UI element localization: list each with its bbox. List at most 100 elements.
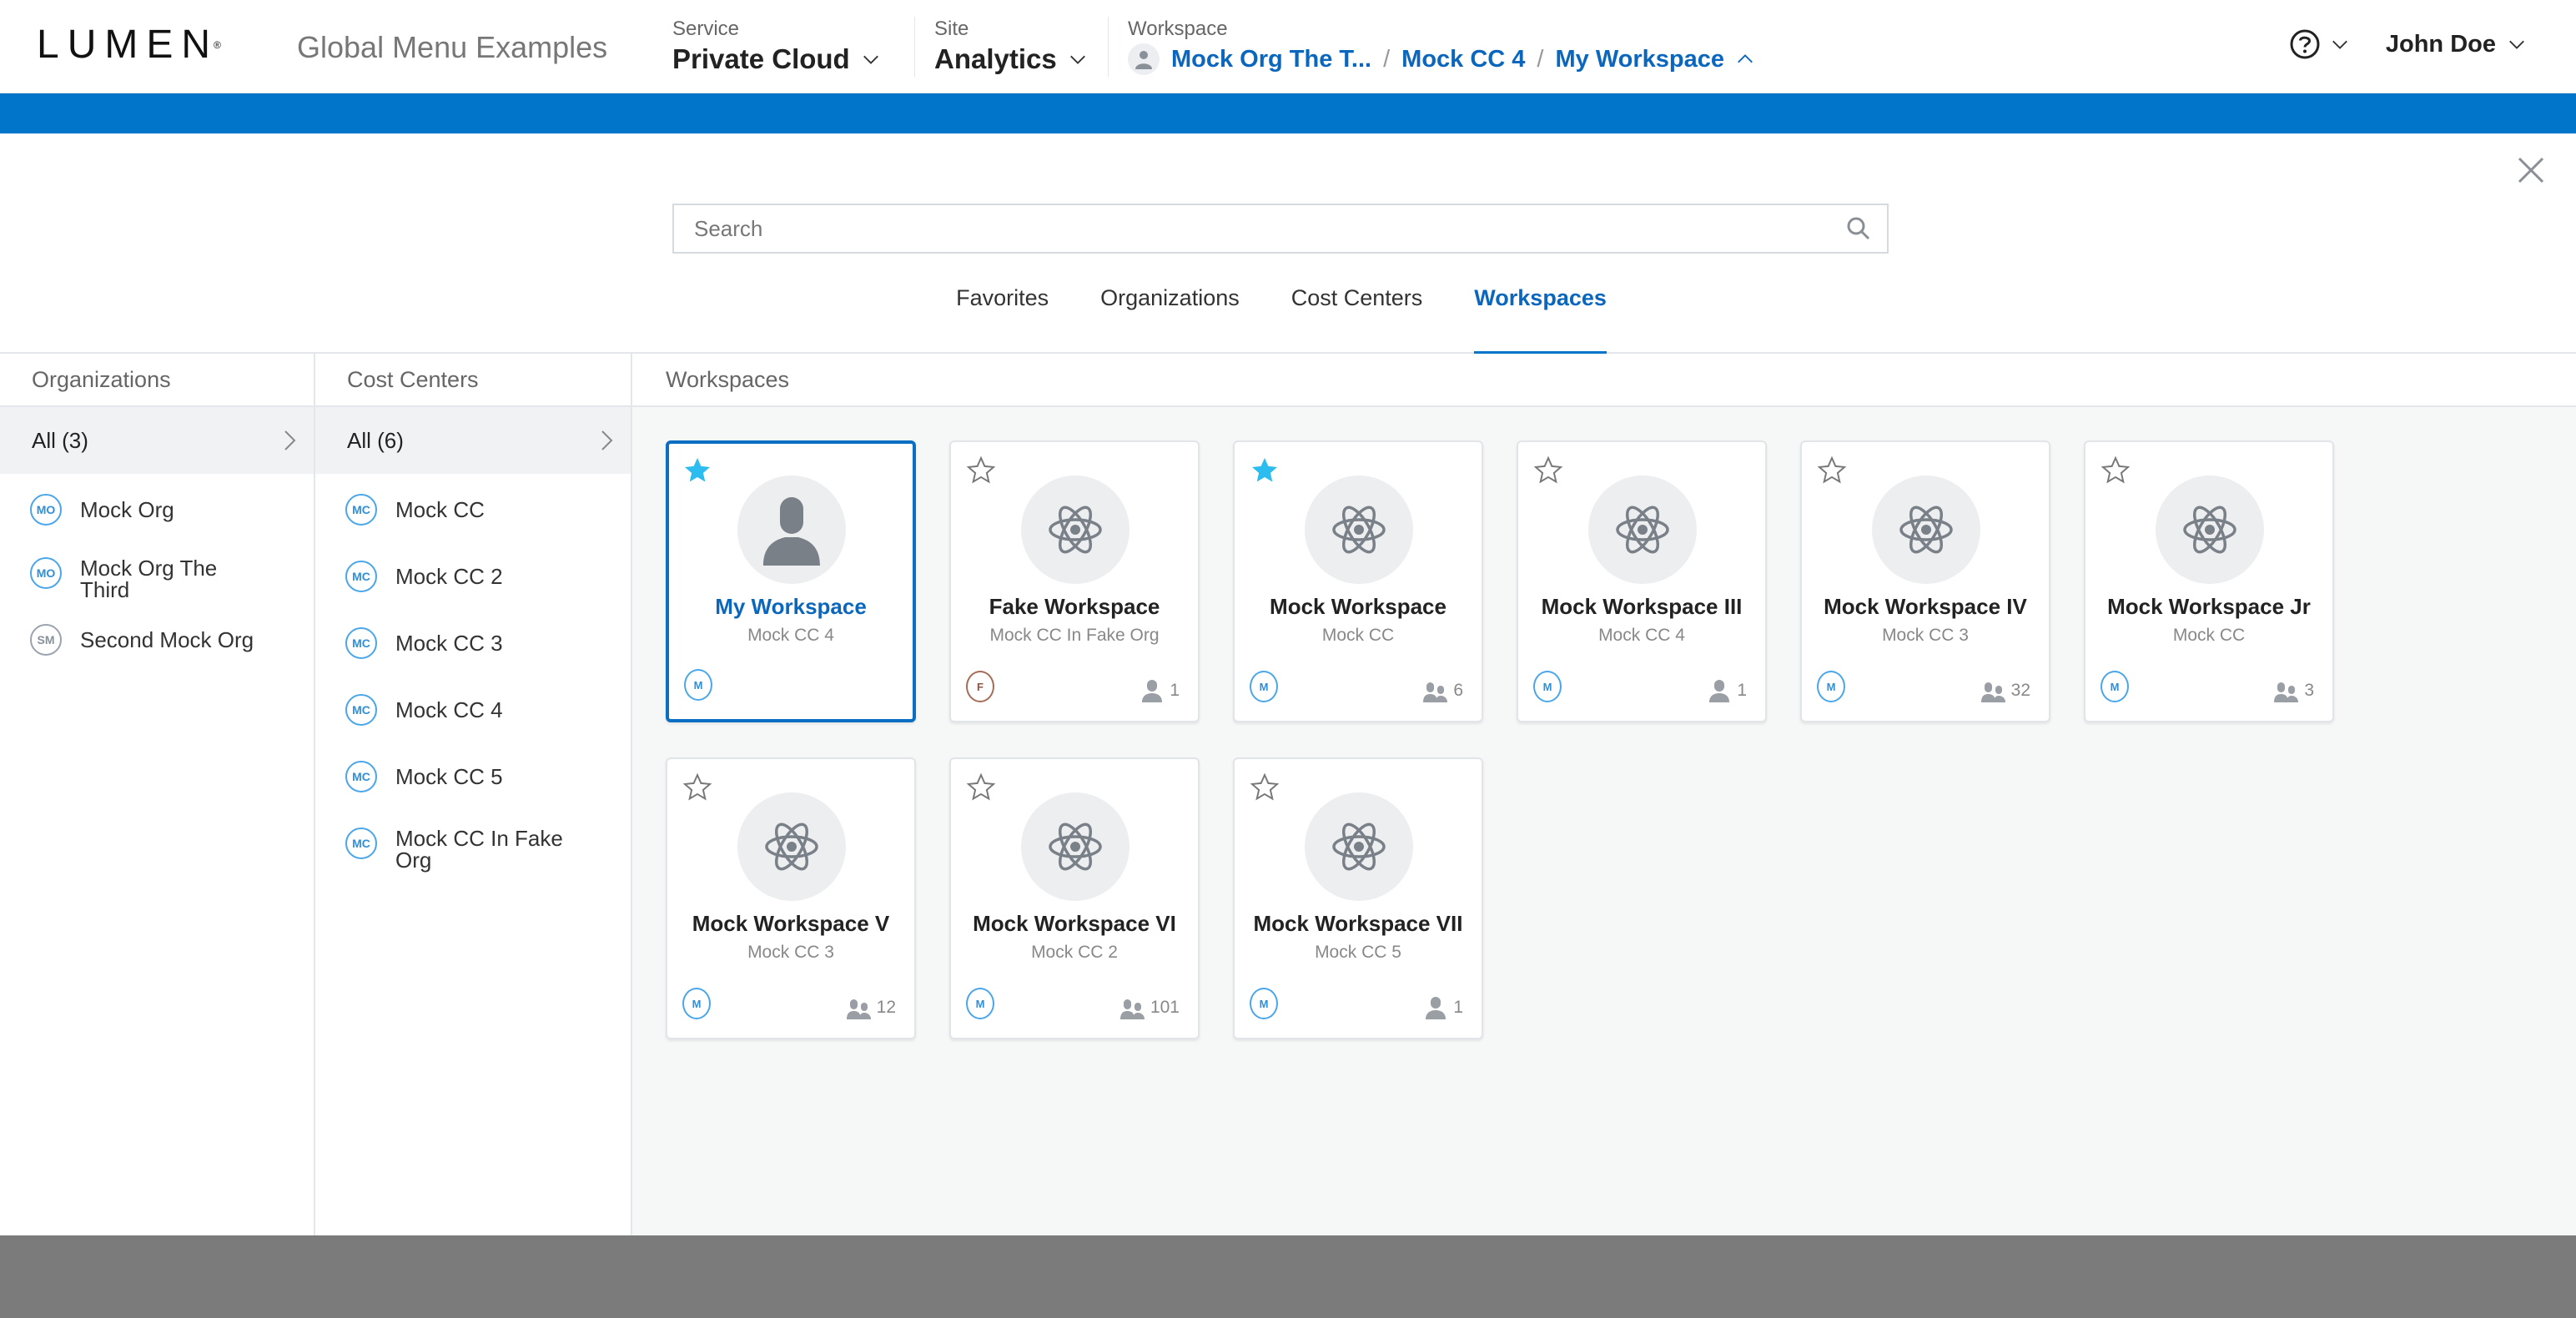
cost-center-item[interactable]: MC Mock CC 3 bbox=[315, 627, 631, 659]
favorite-star-outline-icon[interactable] bbox=[1533, 455, 1563, 485]
workspace-card[interactable]: Mock Workspace VII Mock CC 5 M 1 bbox=[1233, 757, 1483, 1039]
member-count-value: 1 bbox=[1170, 681, 1180, 700]
favorite-star-filled-icon[interactable] bbox=[682, 455, 712, 485]
cost-center-initials-badge: MC bbox=[345, 627, 377, 659]
service-selector[interactable]: Service Private Cloud bbox=[672, 17, 880, 80]
lumen-logo[interactable]: LUMEN ® bbox=[37, 23, 221, 67]
breadcrumb-cost-center[interactable]: Mock CC 4 bbox=[1401, 42, 1525, 77]
search-icon[interactable] bbox=[1844, 214, 1874, 244]
all-cost-centers-label: All (6) bbox=[347, 427, 404, 453]
cost-center-item[interactable]: MC Mock CC bbox=[315, 494, 631, 526]
atom-icon bbox=[1899, 506, 1953, 554]
workspace-avatar bbox=[1872, 475, 1980, 584]
workspace-name: Mock Workspace V bbox=[692, 911, 890, 936]
favorite-star-outline-icon[interactable] bbox=[2101, 455, 2131, 485]
workspace-card[interactable]: My Workspace Mock CC 4 M bbox=[666, 440, 916, 722]
favorite-star-outline-icon[interactable] bbox=[682, 772, 712, 802]
workspace-avatar bbox=[1305, 792, 1413, 901]
chevron-down-icon bbox=[2332, 40, 2347, 49]
cost-center-item[interactable]: MC Mock CC In Fake Org bbox=[315, 828, 631, 871]
favorite-star-outline-icon[interactable] bbox=[966, 772, 996, 802]
organization-initial-badge: M bbox=[684, 669, 712, 701]
cost-centers-column-header: Cost Centers bbox=[315, 354, 631, 407]
cost-center-name: Mock CC 3 bbox=[395, 631, 503, 656]
organization-item[interactable]: SM Second Mock Org bbox=[0, 624, 314, 656]
all-organizations-row[interactable]: All (3) bbox=[0, 407, 314, 474]
workspace-name: Mock Workspace VII bbox=[1253, 911, 1463, 936]
workspace-cost-center: Mock CC 4 bbox=[1598, 626, 1685, 645]
member-count: 3 bbox=[2274, 679, 2314, 702]
workspaces-column-header: Workspaces bbox=[632, 354, 2576, 407]
tab-cost-centers[interactable]: Cost Centers bbox=[1291, 272, 1423, 354]
workspace-avatar bbox=[1588, 475, 1697, 584]
cost-center-item[interactable]: MC Mock CC 4 bbox=[315, 694, 631, 726]
workspace-avatar bbox=[2156, 475, 2264, 584]
tab-bar: Favorites Organizations Cost Centers Worksp… bbox=[0, 272, 2576, 355]
organization-item[interactable]: MO Mock Org bbox=[0, 494, 314, 526]
site-selector[interactable]: Site Analytics bbox=[934, 17, 1087, 80]
person-icon bbox=[1135, 51, 1152, 69]
workspace-card[interactable]: Fake Workspace Mock CC In Fake Org F 1 bbox=[949, 440, 1200, 722]
breadcrumb-workspace[interactable]: My Workspace bbox=[1555, 42, 1724, 77]
tab-workspaces[interactable]: Workspaces bbox=[1474, 272, 1607, 355]
member-count: 101 bbox=[1119, 996, 1180, 1019]
single-user-icon bbox=[1426, 997, 1446, 1019]
chevron-right-icon bbox=[284, 430, 296, 450]
atom-icon bbox=[1049, 506, 1102, 554]
favorite-star-outline-icon[interactable] bbox=[966, 455, 996, 485]
cost-center-item[interactable]: MC Mock CC 2 bbox=[315, 561, 631, 592]
atom-icon bbox=[765, 822, 818, 871]
tab-organizations[interactable]: Organizations bbox=[1100, 272, 1240, 354]
organization-initial-badge: M bbox=[1817, 671, 1845, 702]
favorite-star-filled-icon[interactable] bbox=[1250, 455, 1280, 485]
workspace-cost-center: Mock CC 3 bbox=[747, 943, 834, 962]
close-icon[interactable] bbox=[2516, 155, 2546, 185]
organization-item[interactable]: MO Mock Org The Third bbox=[0, 557, 314, 601]
workspace-selector[interactable]: Workspace Mock Org The T... / Mock CC 4 … bbox=[1128, 17, 1754, 80]
chevron-up-icon[interactable] bbox=[1736, 50, 1754, 68]
tab-favorites[interactable]: Favorites bbox=[956, 272, 1049, 354]
member-count-value: 3 bbox=[2304, 681, 2314, 700]
atom-icon bbox=[2183, 506, 2236, 554]
search-field[interactable] bbox=[672, 204, 1889, 254]
all-cost-centers-row[interactable]: All (6) bbox=[315, 407, 631, 474]
member-count-value: 1 bbox=[1737, 681, 1747, 700]
workspace-card[interactable]: Mock Workspace Mock CC M 6 bbox=[1233, 440, 1483, 722]
organization-initials-badge: MO bbox=[30, 557, 62, 589]
workspace-name: My Workspace bbox=[715, 594, 867, 619]
workspace-cost-center: Mock CC 3 bbox=[1882, 626, 1969, 645]
workspace-card-grid: My Workspace Mock CC 4 M Fake Workspace Mock… bbox=[666, 440, 2334, 1039]
atom-icon bbox=[1332, 506, 1386, 554]
workspace-card[interactable]: Mock Workspace VI Mock CC 2 M 101 bbox=[949, 757, 1200, 1039]
logo-text: LUMEN bbox=[37, 23, 219, 67]
organization-initial-badge: M bbox=[1250, 988, 1278, 1019]
favorite-star-outline-icon[interactable] bbox=[1250, 772, 1280, 802]
workspace-card[interactable]: Mock Workspace III Mock CC 4 M 1 bbox=[1517, 440, 1767, 722]
workspace-card[interactable]: Mock Workspace V Mock CC 3 M 12 bbox=[666, 757, 916, 1039]
workspace-avatar bbox=[1128, 43, 1160, 75]
all-organizations-label: All (3) bbox=[32, 427, 88, 453]
single-user-icon bbox=[1142, 680, 1163, 702]
member-count: 12 bbox=[846, 996, 896, 1019]
organization-initials-badge: MO bbox=[30, 494, 62, 526]
member-count-value: 101 bbox=[1150, 998, 1180, 1017]
favorite-star-outline-icon[interactable] bbox=[1817, 455, 1847, 485]
breadcrumb-separator: / bbox=[1383, 46, 1391, 73]
user-menu[interactable]: John Doe bbox=[2386, 31, 2526, 58]
workspace-name: Mock Workspace bbox=[1270, 594, 1446, 619]
search-input[interactable] bbox=[674, 215, 1844, 242]
workspace-card[interactable]: Mock Workspace IV Mock CC 3 M 32 bbox=[1800, 440, 2050, 722]
organization-name: Mock Org The Third bbox=[80, 556, 218, 602]
workspace-label: Workspace bbox=[1128, 18, 1228, 40]
help-menu[interactable] bbox=[2289, 28, 2349, 60]
cost-center-item[interactable]: MC Mock CC 5 bbox=[315, 761, 631, 792]
member-count: 1 bbox=[1140, 679, 1180, 702]
breadcrumb-organization[interactable]: Mock Org The T... bbox=[1171, 42, 1371, 77]
service-value: Private Cloud bbox=[672, 43, 850, 74]
cost-center-name: Mock CC bbox=[395, 497, 485, 522]
organization-name: Second Mock Org bbox=[80, 627, 254, 652]
site-label: Site bbox=[934, 18, 969, 40]
workspace-card[interactable]: Mock Workspace Jr Mock CC M 3 bbox=[2084, 440, 2334, 722]
cost-center-initials-badge: MC bbox=[345, 761, 377, 792]
cost-center-initials-badge: MC bbox=[345, 828, 377, 859]
